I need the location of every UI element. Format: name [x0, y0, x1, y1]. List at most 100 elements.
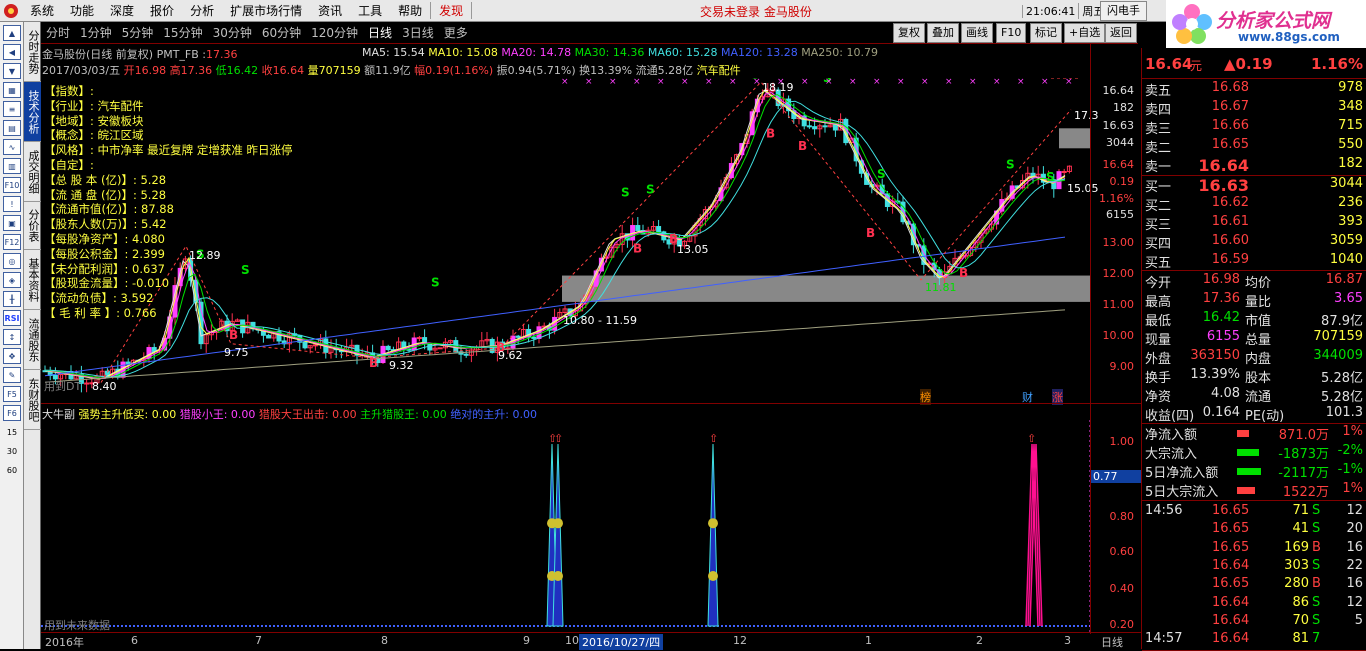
num-15[interactable]: 15	[3, 424, 21, 440]
list-icon[interactable]: ≡	[3, 101, 21, 117]
move-icon[interactable]: ✥	[3, 348, 21, 364]
tab-price-table[interactable]: 分价表	[24, 202, 41, 250]
menu-system[interactable]: 系统	[22, 2, 62, 19]
tick-volume: 280	[1284, 576, 1309, 592]
menu-help[interactable]: 帮助	[390, 2, 430, 19]
ask-row-3[interactable]: 卖三 16.66 715	[1142, 118, 1366, 137]
stat-label-a: 收益(四)	[1145, 409, 1195, 424]
tab-fundamentals[interactable]: 基本资料	[24, 250, 41, 310]
bar-chart-icon[interactable]: ▥	[3, 158, 21, 174]
top-marker: ×	[705, 78, 713, 87]
x-3: 3	[1064, 634, 1071, 647]
menu-discover[interactable]: 发现	[430, 2, 473, 19]
num-30[interactable]: 30	[3, 443, 21, 459]
ask-row-2[interactable]: 卖二 16.65 550	[1142, 137, 1366, 156]
tf-120min[interactable]: 120分钟	[306, 24, 363, 41]
tf-30min[interactable]: 30分钟	[208, 24, 257, 41]
kline-icon[interactable]: ╫	[3, 291, 21, 307]
tf-3day[interactable]: 3日线	[397, 24, 439, 41]
bid-row-2[interactable]: 买二 16.62 236	[1142, 195, 1366, 214]
ask-row-1[interactable]: 卖一 16.64 182	[1142, 156, 1366, 175]
rsi-icon[interactable]: RSI	[3, 310, 21, 326]
pencil-icon[interactable]: ✎	[3, 367, 21, 383]
menu-tools[interactable]: 工具	[350, 2, 390, 19]
menu-function[interactable]: 功能	[62, 2, 102, 19]
menu-analysis[interactable]: 分析	[182, 2, 222, 19]
back-button[interactable]: 返回	[1105, 23, 1137, 43]
tab-trades[interactable]: 成交明细	[24, 142, 41, 202]
fund-row-0: 【指数】:	[44, 84, 94, 98]
tick-count: 12	[1346, 503, 1363, 518]
axis-12: 12.00	[1102, 267, 1135, 280]
tick-count: 16	[1346, 576, 1363, 592]
fund-row-7: 【流 通 盘 (亿)】: 5.28	[44, 187, 167, 202]
num-60[interactable]: 60	[3, 462, 21, 478]
grid-icon[interactable]: ▦	[3, 82, 21, 98]
tf-intraday[interactable]: 分时	[41, 24, 75, 41]
restore-rights-button[interactable]: 复权	[893, 23, 925, 43]
ask-row-4[interactable]: 卖四 16.67 348	[1142, 99, 1366, 118]
stat-row-0: 今开 16.98 均价 16.87	[1142, 272, 1366, 291]
warning-icon[interactable]: !	[3, 196, 21, 212]
tf-more[interactable]: 更多	[439, 24, 473, 41]
mark-button[interactable]: 标记	[1030, 23, 1062, 43]
bid-volume: 3044	[1329, 176, 1363, 191]
arrows-icon[interactable]: ↕	[3, 329, 21, 345]
flash-trade-button[interactable]: 闪电手	[1100, 1, 1147, 21]
left-arrow-icon[interactable]: ◀	[3, 44, 21, 60]
axis-price-3: 16.64	[1102, 158, 1135, 171]
tf-daily[interactable]: 日线	[363, 24, 397, 41]
tf-5min[interactable]: 5分钟	[117, 24, 159, 41]
down-arrow-icon[interactable]: ▼	[3, 63, 21, 79]
stat-val-a: 16.42	[1202, 310, 1240, 325]
menu-ext-market[interactable]: 扩展市场行情	[222, 2, 310, 19]
sub-axis-3: 0.60	[1109, 545, 1135, 558]
candle-body	[437, 347, 443, 350]
f12-icon[interactable]: F12	[3, 234, 21, 250]
f5-icon[interactable]: F5	[3, 386, 21, 402]
axis-13: 13.00	[1102, 236, 1135, 249]
bid-row-5[interactable]: 买五 16.59 1040	[1142, 252, 1366, 271]
flow-row-3: 5日大宗流入 1522万 1%	[1142, 481, 1366, 500]
chart-line-icon[interactable]: ∿	[3, 139, 21, 155]
up-arrow-icon[interactable]: ▲	[3, 25, 21, 41]
ohlc-field-5: 量707159	[307, 64, 365, 77]
bid-row-4[interactable]: 买四 16.60 3059	[1142, 233, 1366, 252]
search-icon[interactable]: ◎	[3, 253, 21, 269]
x-year: 2016年	[45, 636, 84, 649]
ask-row-5[interactable]: 卖五 16.68 978	[1142, 80, 1366, 99]
table-icon[interactable]: ▤	[3, 120, 21, 136]
news-icon[interactable]: ▣	[3, 215, 21, 231]
menu-depth[interactable]: 深度	[102, 2, 142, 19]
flow-bar	[1237, 430, 1249, 437]
indicator-chart[interactable]: ⇧⇧ ⇧ ⇧	[41, 420, 1090, 632]
stat-label-b: 量比	[1245, 295, 1272, 310]
menu-quote[interactable]: 报价	[142, 2, 182, 19]
label-9-32: 9.32	[389, 359, 414, 372]
flow-label: 5日净流入额	[1145, 466, 1219, 481]
tf-15min[interactable]: 15分钟	[158, 24, 207, 41]
axis-10: 10.00	[1102, 329, 1135, 342]
bid-volume: 1040	[1329, 252, 1363, 267]
tab-forum[interactable]: 东财股吧	[24, 370, 41, 430]
flow-value: -2117万	[1278, 466, 1329, 481]
tab-intraday[interactable]: 分时走势	[24, 22, 41, 82]
f10-button[interactable]: F10	[996, 23, 1027, 43]
tf-60min[interactable]: 60分钟	[257, 24, 306, 41]
bid-row-1[interactable]: 买一 16.63 3044	[1142, 176, 1366, 195]
menu-news[interactable]: 资讯	[310, 2, 350, 19]
bid-row-3[interactable]: 买三 16.61 393	[1142, 214, 1366, 233]
overlay-button[interactable]: 叠加	[927, 23, 959, 43]
tf-1min[interactable]: 1分钟	[75, 24, 117, 41]
pane-separator[interactable]	[41, 403, 1141, 404]
cube-icon[interactable]: ◈	[3, 272, 21, 288]
candle-body	[806, 125, 812, 128]
candle-body	[463, 353, 469, 356]
add-watchlist-button[interactable]: +自选	[1064, 23, 1106, 43]
x-period[interactable]: 日线	[1101, 634, 1123, 650]
tab-technical[interactable]: 技术分析	[24, 82, 41, 142]
draw-line-button[interactable]: 画线	[961, 23, 993, 43]
f6-icon[interactable]: F6	[3, 405, 21, 421]
tab-shareholders[interactable]: 流通股东	[24, 310, 41, 370]
f10-icon[interactable]: F10	[3, 177, 21, 193]
